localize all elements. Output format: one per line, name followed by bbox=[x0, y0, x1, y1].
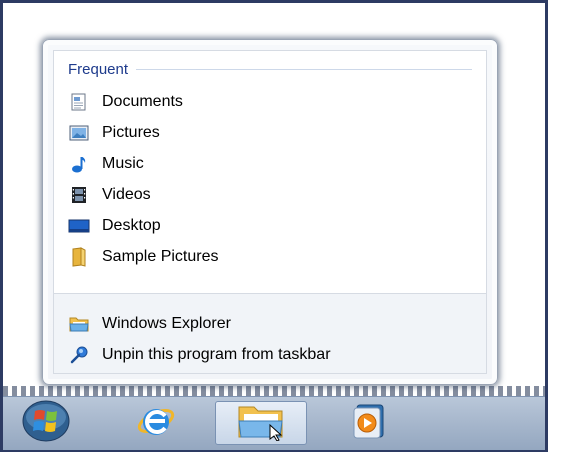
jump-item-pictures[interactable]: Pictures bbox=[68, 120, 160, 146]
windows-orb-icon bbox=[20, 399, 72, 448]
jump-item-desktop[interactable]: Desktop bbox=[68, 213, 161, 239]
documents-icon bbox=[68, 92, 90, 112]
desktop-icon bbox=[68, 216, 90, 236]
videos-icon bbox=[68, 185, 90, 205]
music-icon bbox=[68, 154, 90, 174]
frequent-section-title: Frequent bbox=[68, 60, 129, 78]
media-player-button[interactable] bbox=[333, 401, 403, 445]
unpin-icon bbox=[68, 345, 90, 365]
jump-item-videos[interactable]: Videos bbox=[68, 182, 151, 208]
internet-explorer-icon bbox=[134, 400, 178, 447]
taskbar bbox=[3, 396, 545, 450]
media-player-icon bbox=[348, 401, 388, 446]
section-divider bbox=[136, 68, 472, 70]
windows-explorer-icon bbox=[68, 314, 90, 334]
jump-item-music[interactable]: Music bbox=[68, 151, 144, 177]
start-button[interactable] bbox=[11, 399, 81, 448]
task-windows-explorer[interactable]: Windows Explorer bbox=[68, 311, 231, 337]
jump-item-label: Music bbox=[102, 155, 144, 172]
jump-item-sample-pictures[interactable]: Sample Pictures bbox=[68, 244, 219, 270]
jump-item-label: Desktop bbox=[102, 217, 161, 234]
internet-explorer-button[interactable] bbox=[121, 401, 191, 445]
jump-item-label: Documents bbox=[102, 93, 183, 110]
windows-explorer-button[interactable] bbox=[215, 401, 307, 445]
task-label: Windows Explorer bbox=[102, 315, 231, 332]
taskbar-top-edge bbox=[3, 386, 545, 396]
task-unpin-from-taskbar[interactable]: Unpin this program from taskbar bbox=[68, 342, 331, 368]
folder-icon bbox=[68, 247, 90, 267]
folder-icon bbox=[234, 401, 288, 446]
jump-item-label: Sample Pictures bbox=[102, 248, 219, 265]
pictures-icon bbox=[68, 123, 90, 143]
jump-list-panel: Frequent Documents Pictures Music Videos… bbox=[53, 50, 487, 374]
jump-list: Frequent Documents Pictures Music Videos… bbox=[42, 39, 498, 385]
jump-item-label: Pictures bbox=[102, 124, 160, 141]
task-label: Unpin this program from taskbar bbox=[102, 346, 331, 363]
jump-item-documents[interactable]: Documents bbox=[68, 89, 183, 115]
jump-item-label: Videos bbox=[102, 186, 151, 203]
frequent-section-header: Frequent bbox=[68, 59, 472, 79]
